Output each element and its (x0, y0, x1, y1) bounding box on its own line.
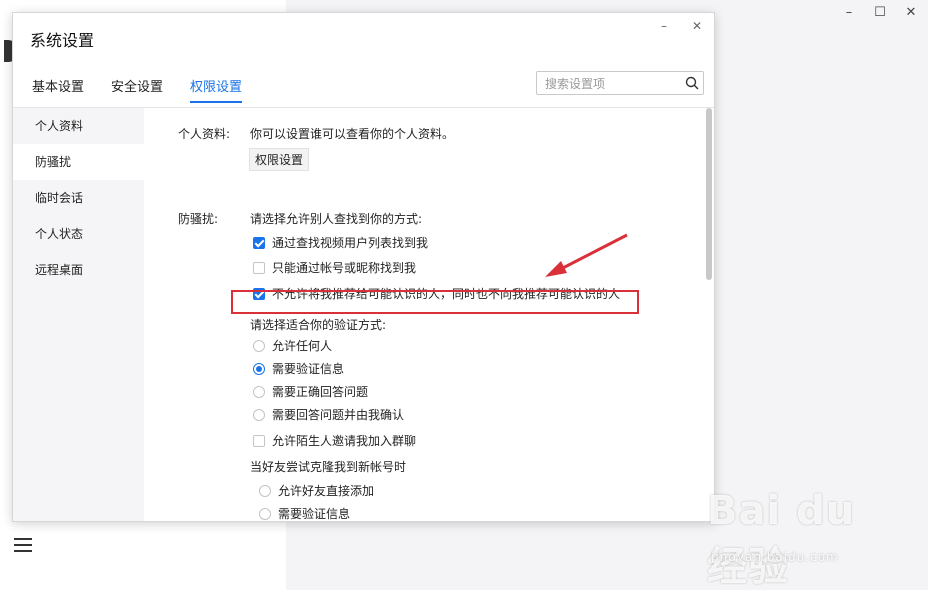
option-label: 允许任何人 (272, 339, 333, 353)
verify-option-need-message[interactable]: 需要验证信息 (253, 360, 344, 377)
nav-item-temp-chat[interactable]: 临时会话 (13, 180, 144, 216)
option-label: 需要正确回答问题 (272, 385, 369, 399)
option-label: 允许陌生人邀请我加入群聊 (272, 434, 417, 448)
window-minimize-button[interactable]: – (841, 4, 857, 20)
tab-permission-settings[interactable]: 权限设置 (190, 76, 243, 103)
radio-button[interactable] (253, 385, 265, 398)
verify-method-prompt: 请选择适合你的验证方式: (250, 318, 387, 332)
clone-option-direct-add[interactable]: 允许好友直接添加 (259, 482, 374, 499)
dialog-close-button[interactable]: ✕ (688, 17, 706, 35)
checkbox[interactable] (253, 434, 265, 447)
window-maximize-button[interactable]: ☐ (872, 4, 888, 20)
verify-option-anyone[interactable]: 允许任何人 (253, 337, 332, 354)
radio-button-selected[interactable] (253, 362, 265, 375)
anti-harass-section-label: 防骚扰: (178, 212, 219, 226)
highlight-box (231, 290, 639, 314)
option-label: 需要回答问题并由我确认 (272, 408, 405, 422)
allow-stranger-group-invite[interactable]: 允许陌生人邀请我加入群聊 (253, 432, 416, 449)
find-option-account-only[interactable]: 只能通过帐号或昵称找到我 (253, 259, 416, 276)
option-label: 只能通过帐号或昵称找到我 (272, 261, 417, 275)
option-label: 通过查找视频用户列表找到我 (272, 236, 429, 250)
watermark-url: jingyan.baidu.com (711, 550, 839, 564)
find-method-prompt: 请选择允许别人查找到你的方式: (250, 212, 423, 226)
radio-button[interactable] (259, 507, 271, 520)
settings-nav: 个人资料 防骚扰 临时会话 个人状态 远程桌面 (13, 108, 144, 521)
nav-item-profile[interactable]: 个人资料 (13, 108, 144, 144)
clone-option-need-message[interactable]: 需要验证信息 (259, 505, 350, 521)
nav-item-status[interactable]: 个人状态 (13, 216, 144, 252)
red-arrow-annotation (545, 233, 628, 277)
radio-button[interactable] (253, 339, 265, 352)
menu-icon[interactable] (14, 538, 32, 552)
scroll-thumb[interactable] (706, 108, 712, 280)
tab-basic-settings[interactable]: 基本设置 (32, 76, 84, 101)
option-label: 允许好友直接添加 (278, 484, 375, 498)
search-input[interactable] (543, 74, 687, 94)
radio-button[interactable] (259, 484, 271, 497)
dialog-title: 系统设置 (30, 31, 95, 50)
profile-section-label: 个人资料: (178, 127, 231, 141)
dialog-minimize-button[interactable]: – (655, 17, 673, 35)
permission-settings-button[interactable]: 权限设置 (249, 148, 310, 171)
find-option-video-list[interactable]: 通过查找视频用户列表找到我 (253, 234, 428, 251)
settings-dialog: 系统设置 – ✕ 基本设置 安全设置 权限设置 个人资料 防骚扰 临时会话 个人… (12, 12, 715, 522)
option-label: 需要验证信息 (278, 507, 351, 521)
radio-button[interactable] (253, 408, 265, 421)
search-icon[interactable] (685, 76, 699, 90)
nav-item-remote-desktop[interactable]: 远程桌面 (13, 252, 144, 288)
settings-content: 个人资料: 你可以设置谁可以查看你的个人资料。 权限设置 防骚扰: 请选择允许别… (144, 108, 704, 521)
verify-option-answer-confirm[interactable]: 需要回答问题并由我确认 (253, 406, 404, 423)
content-scrollbar[interactable] (705, 108, 713, 521)
watermark-logo: Bai du 经验 jingyan.baidu.com (707, 484, 897, 590)
option-label: 需要验证信息 (272, 362, 345, 376)
window-close-button[interactable]: ✕ (903, 4, 919, 20)
checkbox-checked[interactable] (253, 236, 265, 249)
clone-prompt: 当好友尝试克隆我到新帐号时 (250, 460, 407, 474)
search-box (536, 71, 704, 95)
checkbox[interactable] (253, 261, 265, 274)
nav-item-anti-harassment[interactable]: 防骚扰 (13, 144, 144, 180)
verify-option-correct-answer[interactable]: 需要正确回答问题 (253, 383, 368, 400)
tab-security-settings[interactable]: 安全设置 (111, 76, 163, 101)
profile-description: 你可以设置谁可以查看你的个人资料。 (250, 127, 455, 141)
watermark-main-text: Bai du 经验 (707, 488, 856, 590)
